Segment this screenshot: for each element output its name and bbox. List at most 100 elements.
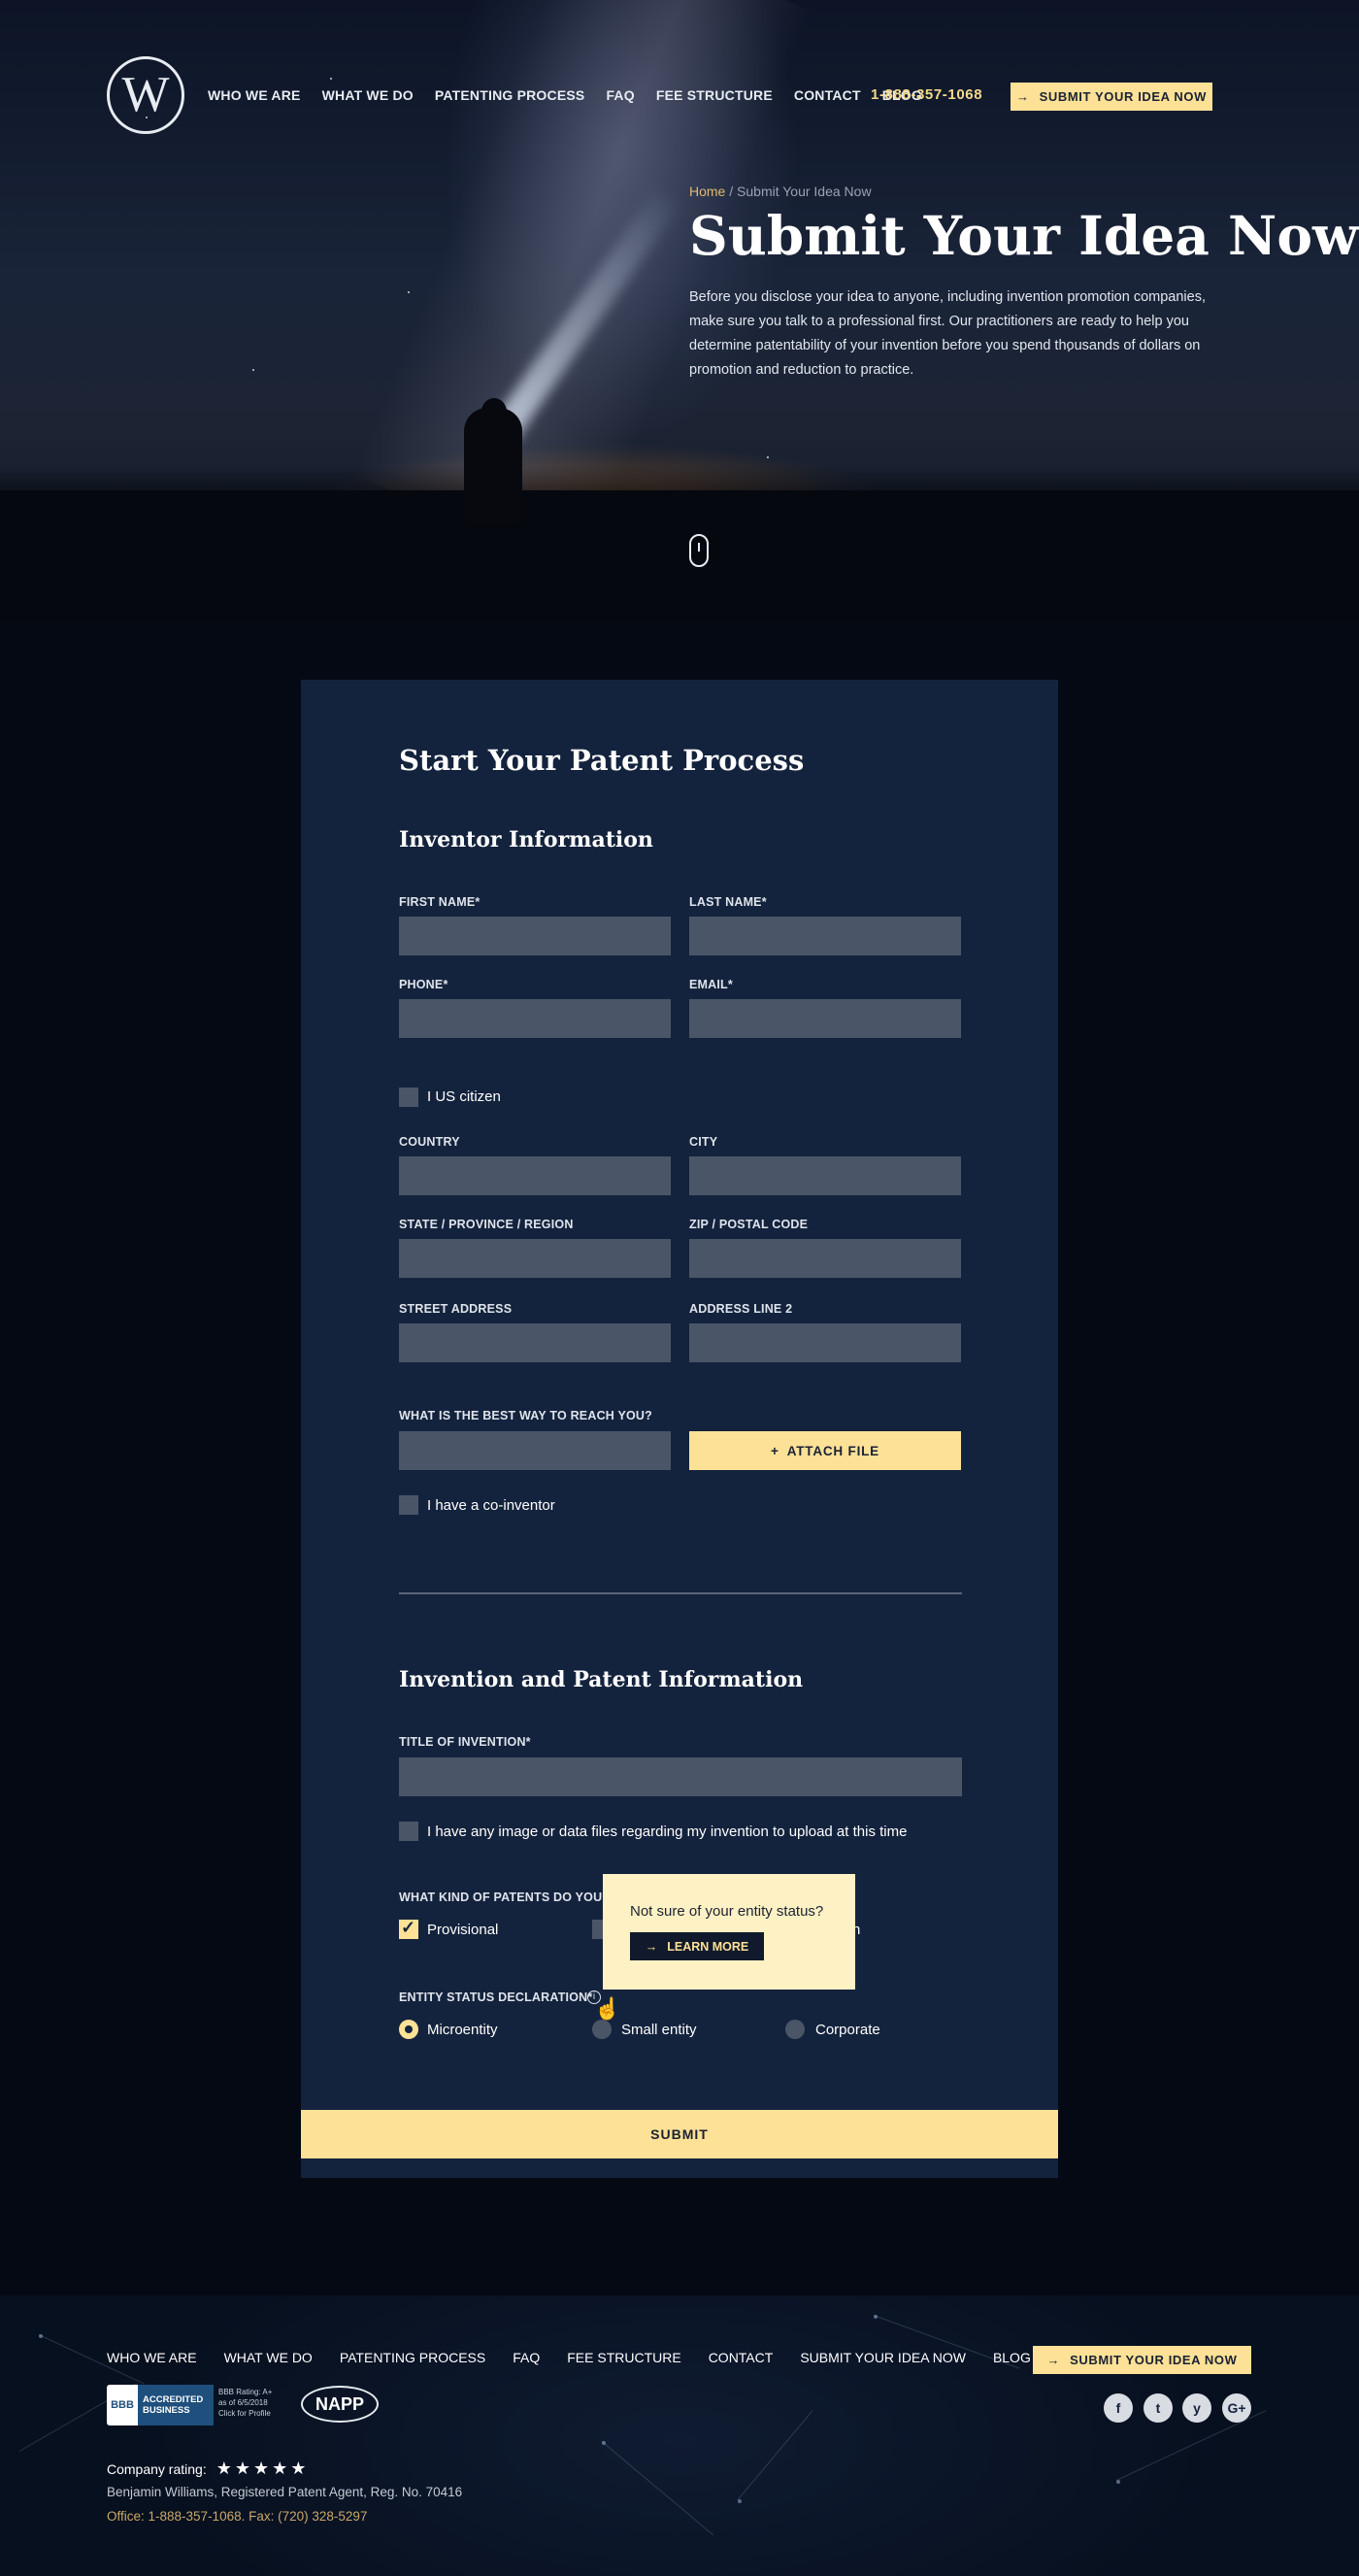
entity-status-label: ENTITY STATUS DECLARATION*: [399, 1991, 593, 2004]
provisional-checkbox[interactable]: [399, 1918, 418, 1939]
radio-small-entity[interactable]: [592, 2020, 612, 2039]
corporate-label: Corporate: [815, 2022, 880, 2038]
google-plus-icon[interactable]: G+: [1222, 2393, 1251, 2423]
phone-input[interactable]: [399, 999, 671, 1038]
facebook-icon[interactable]: f: [1104, 2393, 1133, 2423]
co-inventor-checkbox[interactable]: [399, 1495, 418, 1515]
foreground: [0, 490, 1359, 621]
arrow-right-icon: →: [1016, 89, 1030, 104]
rating-label: Company rating:: [107, 2460, 207, 2477]
hero-description: Before you disclose your idea to anyone,…: [689, 289, 1206, 378]
section-divider: [399, 1592, 962, 1594]
patent-form-card: Start Your Patent Process Inventor Infor…: [301, 680, 1058, 2178]
bbb-accredited: ACCREDITED BUSINESS: [138, 2385, 214, 2425]
header-submit-idea-button[interactable]: → SUBMIT YOUR IDEA NOW: [1011, 83, 1212, 111]
footer-nav-what-we-do[interactable]: WHAT WE DO: [224, 2350, 313, 2365]
constellation-star: [1116, 2480, 1120, 2484]
city-input[interactable]: [689, 1156, 961, 1195]
first-name-label: FIRST NAME*: [399, 895, 481, 909]
provisional-label: Provisional: [427, 1922, 499, 1938]
yelp-icon[interactable]: y: [1182, 2393, 1211, 2423]
hero-section: W WHO WE ARE WHAT WE DO PATENTING PROCES…: [0, 0, 1359, 621]
footer-nav-submit-idea[interactable]: SUBMIT YOUR IDEA NOW: [800, 2350, 966, 2365]
learn-more-button[interactable]: → LEARN MORE: [630, 1932, 764, 1960]
small-entity-label: Small entity: [621, 2022, 697, 2038]
header-phone[interactable]: 1-888-357-1068: [871, 86, 982, 103]
company-rating: Company rating: ★★★★★: [107, 2459, 309, 2479]
footer-submit-idea-button[interactable]: → SUBMIT YOUR IDEA NOW: [1033, 2346, 1251, 2374]
co-inventor-label: I have a co-inventor: [427, 1497, 555, 1514]
agent-info: Benjamin Williams, Registered Patent Age…: [107, 2485, 463, 2499]
email-label: EMAIL*: [689, 978, 733, 991]
zip-input[interactable]: [689, 1239, 961, 1278]
entity-status-tooltip: Not sure of your entity status? → LEARN …: [603, 1874, 855, 1990]
constellation-line: [601, 2441, 714, 2536]
header-cta-label: SUBMIT YOUR IDEA NOW: [1039, 89, 1207, 104]
attach-file-label: ATTACH FILE: [786, 1443, 879, 1458]
rating-stars: ★★★★★: [215, 2459, 310, 2478]
invention-section-title: Invention and Patent Information: [399, 1667, 804, 1692]
radio-corporate[interactable]: [785, 2020, 805, 2039]
bbb-rating-line3: Click for Profile: [218, 2409, 271, 2418]
star: [408, 291, 410, 293]
address2-label: ADDRESS LINE 2: [689, 1302, 793, 1316]
learn-more-label: LEARN MORE: [667, 1939, 749, 1954]
footer-nav-fee-structure[interactable]: FEE STRUCTURE: [567, 2350, 680, 2365]
reach-input[interactable]: [399, 1431, 671, 1470]
street-label: STREET ADDRESS: [399, 1302, 513, 1316]
invention-title-input[interactable]: [399, 1757, 962, 1796]
site-logo[interactable]: W: [107, 56, 184, 134]
nav-patenting-process[interactable]: PATENTING PROCESS: [435, 87, 585, 103]
bbb-rating-text[interactable]: BBB Rating: A+ as of 6/5/2018 Click for …: [218, 2387, 272, 2419]
arrow-right-icon: →: [1046, 2353, 1061, 2367]
constellation-star: [602, 2441, 606, 2445]
footer-cta-label: SUBMIT YOUR IDEA NOW: [1070, 2353, 1238, 2367]
email-input[interactable]: [689, 999, 961, 1038]
patent-kind-label: WHAT KIND OF PATENTS DO YOU W: [399, 1890, 618, 1904]
plus-icon: +: [771, 1443, 779, 1458]
state-input[interactable]: [399, 1239, 671, 1278]
attach-file-button[interactable]: + ATTACH FILE: [689, 1431, 961, 1470]
footer-nav-faq[interactable]: FAQ: [513, 2350, 540, 2365]
form-title: Start Your Patent Process: [399, 744, 805, 777]
nav-contact[interactable]: CONTACT: [794, 87, 861, 103]
nav-what-we-do[interactable]: WHAT WE DO: [322, 87, 414, 103]
twitter-icon[interactable]: t: [1144, 2393, 1173, 2423]
first-name-input[interactable]: [399, 917, 671, 955]
bbb-badge[interactable]: BBB ACCREDITED BUSINESS: [107, 2385, 214, 2425]
constellation-star: [738, 2499, 742, 2503]
last-name-input[interactable]: [689, 917, 961, 955]
footer-nav: WHO WE ARE WHAT WE DO PATENTING PROCESS …: [107, 2350, 1031, 2365]
city-label: CITY: [689, 1135, 718, 1149]
footer-nav-who-we-are[interactable]: WHO WE ARE: [107, 2350, 197, 2365]
files-checkbox[interactable]: [399, 1822, 418, 1841]
napp-logo[interactable]: NAPP: [301, 2386, 379, 2423]
zip-label: ZIP / POSTAL CODE: [689, 1218, 809, 1231]
breadcrumb-home[interactable]: Home: [689, 184, 725, 199]
breadcrumb: Home / Submit Your Idea Now: [689, 184, 872, 199]
constellation-line: [737, 2410, 813, 2500]
invention-title-label: TITLE OF INVENTION*: [399, 1735, 531, 1749]
inventor-section-title: Inventor Information: [399, 827, 653, 853]
footer-nav-contact[interactable]: CONTACT: [709, 2350, 774, 2365]
scroll-down-icon[interactable]: [689, 534, 709, 567]
address2-input[interactable]: [689, 1323, 961, 1362]
nav-who-we-are[interactable]: WHO WE ARE: [208, 87, 301, 103]
files-label: I have any image or data files regarding…: [427, 1823, 908, 1840]
street-input[interactable]: [399, 1323, 671, 1362]
nav-fee-structure[interactable]: FEE STRUCTURE: [656, 87, 773, 103]
nav-faq[interactable]: FAQ: [606, 87, 634, 103]
star: [252, 369, 254, 371]
radio-microentity[interactable]: [399, 2020, 418, 2039]
submit-button[interactable]: SUBMIT: [301, 2110, 1058, 2158]
country-input[interactable]: [399, 1156, 671, 1195]
bbb-rating-line1: BBB Rating: A+: [218, 2388, 273, 2396]
person-silhouette: [464, 408, 522, 524]
pointer-cursor-icon: ☝: [594, 1996, 621, 2021]
footer-nav-patenting-process[interactable]: PATENTING PROCESS: [340, 2350, 485, 2365]
footer-nav-blog[interactable]: BLOG: [993, 2350, 1031, 2365]
constellation-star: [874, 2315, 878, 2319]
us-citizen-checkbox[interactable]: [399, 1087, 418, 1107]
country-label: COUNTRY: [399, 1135, 460, 1149]
star: [767, 456, 769, 458]
